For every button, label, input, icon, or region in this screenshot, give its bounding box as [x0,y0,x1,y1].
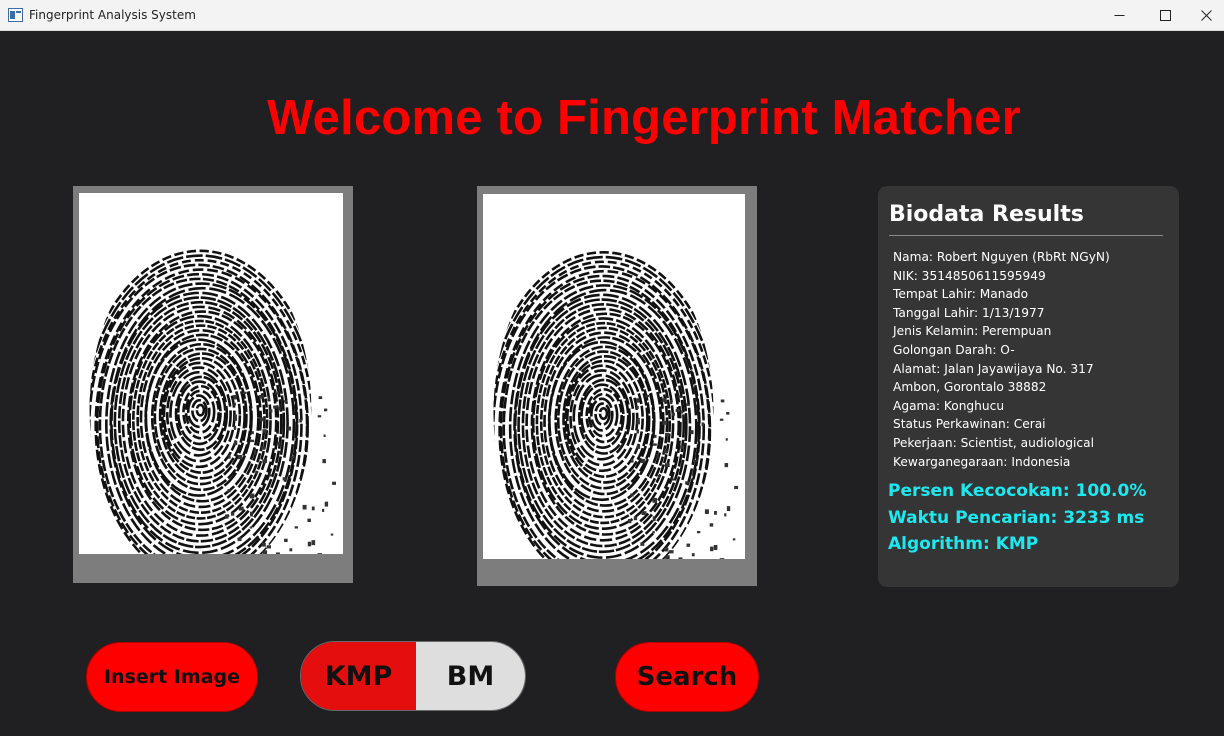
biodata-nik: NIK: 3514850611595949 [893,268,1046,283]
biodata-birthdate: Tanggal Lahir: 1/13/1977 [893,305,1045,320]
maximize-icon [1159,10,1171,21]
matched-fingerprint-image [483,194,745,559]
match-percent: Persen Kecocokan: 100.0% [888,481,1147,501]
biodata-religion: Agama: Konghucu [893,398,1005,413]
algorithm-toggle[interactable]: KMP BM [300,641,526,711]
biodata-panel: Biodata Results Nama: Robert Nguyen (RbR… [878,186,1179,587]
biodata-name: Nama: Robert Nguyen (RbRt NGyN) [893,250,1110,264]
algorithm-option-kmp[interactable]: KMP [301,642,416,710]
matched-fingerprint-frame [477,186,757,586]
minimize-button[interactable] [1096,0,1142,31]
algorithm-option-bm[interactable]: BM [415,642,525,710]
minimize-icon [1114,15,1124,16]
biodata-address-city: Ambon, Gorontalo 38882 [893,380,1047,395]
app-icon [8,8,23,22]
search-time: Waktu Pencarian: 3233 ms [888,507,1145,528]
biodata-gender: Jenis Kelamin: Perempuan [893,324,1052,339]
maximize-button[interactable] [1142,0,1188,31]
close-button[interactable] [1188,0,1224,31]
biodata-occupation: Pekerjaan: Scientist, audiological [893,435,1094,450]
app-window: Fingerprint Analysis System Welcome to F… [0,0,1224,736]
page-title: Welcome to Fingerprint Matcher [267,91,1021,145]
input-fingerprint-image [79,193,343,554]
algorithm-used: Algorithm: KMP [888,534,1039,554]
search-button[interactable]: Search [615,642,759,712]
close-icon [1200,10,1212,21]
match-stats: Persen Kecocokan: 100.0% Waktu Pencarian… [888,478,1146,558]
fingerprint-icon [493,250,739,559]
biodata-birthplace: Tempat Lahir: Manado [893,287,1029,302]
input-fingerprint-frame [73,186,353,583]
insert-image-button[interactable]: Insert Image [86,642,258,712]
title-bar: Fingerprint Analysis System [0,0,1224,31]
biodata-blood-type: Golongan Darah: O- [893,342,1015,357]
biodata-address: Alamat: Jalan Jayawijaya No. 317 [893,361,1094,376]
biodata-marital-status: Status Perkawinan: Cerai [893,417,1046,432]
divider [889,235,1163,236]
fingerprint-icon [89,249,337,554]
biodata-nationality: Kewarganegaraan: Indonesia [893,454,1071,469]
biodata-list: Nama: Robert Nguyen (RbRt NGyN) NIK: 351… [893,248,1110,471]
biodata-title: Biodata Results [889,202,1084,227]
window-title: Fingerprint Analysis System [29,8,196,22]
